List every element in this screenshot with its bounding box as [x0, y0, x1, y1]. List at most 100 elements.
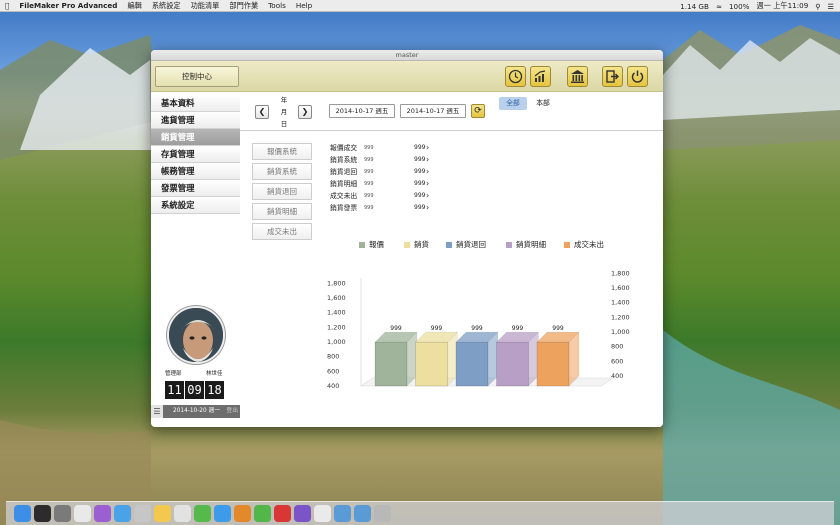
sales-detail-button[interactable]: 銷貨明細: [252, 203, 312, 220]
search-icon[interactable]: ⚲: [815, 2, 820, 11]
previous-period-button[interactable]: ❮: [255, 105, 269, 119]
growth-chart-icon[interactable]: [530, 66, 551, 87]
safari-icon[interactable]: [74, 505, 91, 522]
legend-item: 銷貨: [404, 239, 429, 250]
sales-return-button[interactable]: 銷貨退回: [252, 183, 312, 200]
sidebar-item-accounting[interactable]: 帳務管理: [151, 163, 240, 180]
dashboard-icon[interactable]: [34, 505, 51, 522]
preview-icon[interactable]: [314, 505, 331, 522]
stat-row[interactable]: 銷貨發票 999 999 ›: [330, 202, 440, 214]
sidebar-item-system-settings[interactable]: 系統設定: [151, 197, 240, 214]
stat-count: 999: [414, 168, 426, 175]
stat-row[interactable]: 銷貨退回 999 999 ›: [330, 166, 440, 178]
legend-label: 成交未出: [574, 240, 604, 249]
finder-icon[interactable]: [14, 505, 31, 522]
next-period-button[interactable]: ❯: [298, 105, 312, 119]
refresh-icon[interactable]: ⟳: [471, 104, 485, 118]
sales-system-button[interactable]: 銷貨系統: [252, 163, 312, 180]
period-day[interactable]: 日: [279, 118, 289, 130]
quotation-system-button[interactable]: 報價系統: [252, 143, 312, 160]
logout-icon[interactable]: [602, 66, 623, 87]
control-center-button[interactable]: 控制中心: [155, 66, 239, 87]
line-icon[interactable]: [254, 505, 271, 522]
battery-status[interactable]: 100%: [729, 2, 750, 11]
bar: [374, 341, 408, 387]
filemaker-icon[interactable]: [294, 505, 311, 522]
chevron-right-icon[interactable]: ›: [426, 202, 429, 213]
user-department: 管理部: [165, 371, 182, 377]
clock-icon[interactable]: [505, 66, 526, 87]
y-tick-label: 1,200: [327, 323, 346, 331]
bar: [415, 341, 448, 387]
hamburger-icon[interactable]: ☰: [151, 405, 163, 418]
period-selector[interactable]: 年 月 日: [279, 94, 289, 130]
bar: [496, 341, 529, 387]
filter-dept-button[interactable]: 本部: [531, 97, 555, 110]
logout-link[interactable]: 登出: [226, 405, 238, 418]
disk-status[interactable]: 1.14 GB: [680, 2, 709, 11]
period-year[interactable]: 年: [279, 94, 289, 106]
chevron-right-icon[interactable]: ›: [426, 190, 429, 201]
sidebar-item-invoices[interactable]: 發票管理: [151, 180, 240, 197]
chevron-right-icon[interactable]: ›: [426, 142, 429, 153]
app-menu[interactable]: FileMaker Pro Advanced: [14, 1, 122, 10]
sidebar-item-inventory[interactable]: 存貨管理: [151, 146, 240, 163]
downloads-folder-icon[interactable]: [354, 505, 371, 522]
legend-swatch: [506, 241, 512, 248]
menu-functions[interactable]: 功能清單: [186, 1, 225, 11]
list-icon[interactable]: ☰: [828, 2, 834, 11]
sidebar-item-purchasing[interactable]: 進貨管理: [151, 112, 240, 129]
y-tick-label-right: 800: [611, 343, 623, 351]
chevron-right-icon[interactable]: ›: [426, 154, 429, 165]
date-to-field[interactable]: 2014-10-17 週五: [400, 104, 466, 118]
menu-edit[interactable]: 編輯: [122, 1, 146, 11]
date-from-field[interactable]: 2014-10-17 週五: [329, 104, 395, 118]
current-date: 2014-10-20 週一: [173, 408, 221, 414]
stat-label: 銷貨退回: [330, 168, 358, 176]
stat-count: 999: [414, 144, 426, 151]
avatar[interactable]: [167, 306, 225, 364]
stat-row[interactable]: 銷貨系統 999 999 ›: [330, 154, 440, 166]
filter-all-button[interactable]: 全部: [499, 97, 527, 110]
period-month[interactable]: 月: [279, 106, 289, 118]
unshipped-deals-button[interactable]: 成交未出: [252, 223, 312, 240]
chevron-right-icon[interactable]: ›: [426, 178, 429, 189]
status-area: 1.14 GB ≈ 100% 週一 上午11:09 ⚲ ☰: [680, 0, 834, 12]
sidebar-item-basic-data[interactable]: 基本資料: [151, 95, 240, 112]
sidebar-item-sales[interactable]: 銷貨管理: [151, 129, 240, 146]
clock-app-icon[interactable]: [174, 505, 191, 522]
menu-system-settings[interactable]: 系統設定: [147, 1, 186, 11]
legend-item: 報價: [359, 239, 384, 250]
app-store-icon[interactable]: [114, 505, 131, 522]
trash-icon[interactable]: [374, 505, 391, 522]
power-icon[interactable]: [627, 66, 648, 87]
stat-row[interactable]: 成交未出 999 999 ›: [330, 190, 440, 202]
system-preferences-icon[interactable]: [134, 505, 151, 522]
messages-icon[interactable]: [194, 505, 211, 522]
folder-icon[interactable]: [334, 505, 351, 522]
bank-icon[interactable]: [567, 66, 588, 87]
y-tick-label-right: 1,800: [611, 269, 630, 277]
chevron-right-icon[interactable]: ›: [426, 166, 429, 177]
data-label: 999: [552, 325, 564, 332]
menubar-clock[interactable]: 週一 上午11:09: [757, 1, 809, 11]
menu-department[interactable]: 部門作業: [224, 1, 263, 11]
y-tick-label-right: 400: [611, 372, 623, 380]
menu-help[interactable]: Help: [291, 1, 317, 10]
apple-icon[interactable]: : [0, 1, 14, 10]
sidebar: 基本資料 進貨管理 銷貨管理 存貨管理 帳務管理 發票管理 系統設定: [151, 95, 240, 214]
stat-row[interactable]: 報價成交 999 999 ›: [330, 142, 440, 154]
legend-label: 銷貨: [414, 240, 429, 249]
launchpad-icon[interactable]: [54, 505, 71, 522]
menu-tools[interactable]: Tools: [263, 1, 291, 10]
firefox-icon[interactable]: [234, 505, 251, 522]
sales-bar-chart: 400 600 800 1,000 1,200 1,400 1,600 1,800 400 600…: [327, 269, 630, 390]
legend-swatch: [359, 241, 365, 248]
wifi-icon[interactable]: ≈: [716, 2, 722, 11]
acrobat-icon[interactable]: [274, 505, 291, 522]
clock-hours: 11: [165, 381, 184, 399]
mail-icon[interactable]: [214, 505, 231, 522]
notes-icon[interactable]: [154, 505, 171, 522]
itunes-icon[interactable]: [94, 505, 111, 522]
stat-row[interactable]: 銷貨明細 999 999 ›: [330, 178, 440, 190]
